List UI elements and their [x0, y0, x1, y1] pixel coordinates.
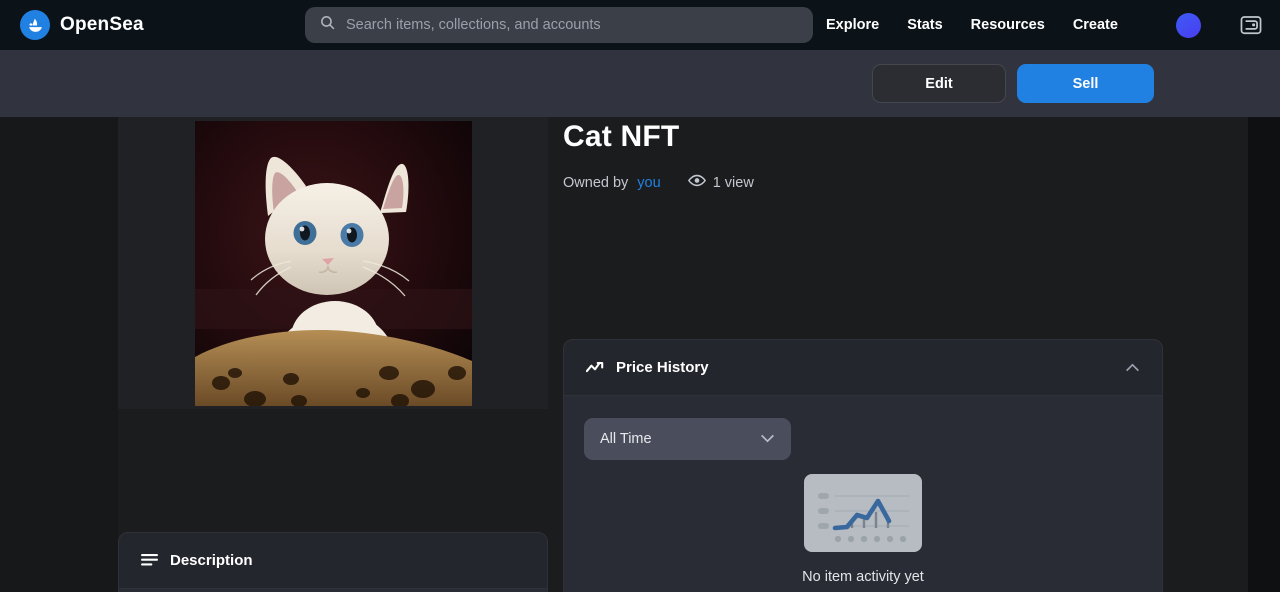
opensea-boat-icon	[20, 10, 50, 40]
search-placeholder: Search items, collections, and accounts	[346, 17, 601, 33]
owner-link[interactable]: you	[637, 175, 660, 191]
chevron-down-icon	[760, 431, 775, 447]
item-media[interactable]	[118, 117, 548, 409]
chevron-up-icon[interactable]	[1125, 359, 1140, 376]
empty-state-label: No item activity yet	[802, 569, 924, 585]
price-history-empty-state: No item activity yet	[564, 474, 1162, 585]
description-title: Description	[170, 552, 253, 569]
description-body: Created by you	[119, 588, 547, 592]
edit-button[interactable]: Edit	[872, 64, 1006, 103]
description-panel: Description Created by you	[118, 532, 548, 592]
nav-item-resources[interactable]: Resources	[971, 17, 1045, 33]
item-action-bar: Edit Sell	[0, 50, 1280, 117]
brand-logo-link[interactable]: OpenSea	[20, 10, 144, 40]
chart-placeholder-icon	[804, 474, 922, 557]
profile-avatar[interactable]	[1176, 13, 1201, 38]
trending-up-icon	[586, 361, 604, 374]
eye-icon	[688, 174, 706, 191]
opensea-item-page: OpenSea Search items, collections, and a…	[0, 0, 1280, 592]
description-panel-header[interactable]: Description	[119, 533, 547, 588]
item-content: Description Created by you About Untitle…	[0, 117, 1280, 592]
time-range-select[interactable]: All Time	[584, 418, 791, 460]
owner-line: Owned by you 1 view	[563, 174, 1163, 191]
sell-button[interactable]: Sell	[1017, 64, 1154, 103]
page-title: Cat NFT	[563, 120, 1163, 154]
price-history-body: All Time	[564, 395, 1162, 592]
nav-item-stats[interactable]: Stats	[907, 17, 942, 33]
price-history-title: Price History	[616, 359, 709, 376]
description-lines-icon	[141, 553, 158, 568]
view-count-label: 1 view	[713, 175, 754, 191]
view-count: 1 view	[688, 174, 754, 191]
right-column: Cat NFT Owned by you 1 view	[563, 117, 1163, 191]
brand-name: OpenSea	[60, 14, 144, 36]
time-range-value: All Time	[600, 431, 652, 447]
nav-item-create[interactable]: Create	[1073, 17, 1118, 33]
primary-nav: Explore Stats Resources Create	[826, 0, 1118, 50]
search-input[interactable]: Search items, collections, and accounts	[305, 7, 813, 43]
left-gutter	[0, 117, 118, 592]
top-navigation-bar: OpenSea Search items, collections, and a…	[0, 0, 1280, 50]
nav-item-explore[interactable]: Explore	[826, 17, 879, 33]
nft-image	[195, 121, 472, 406]
search-icon	[319, 14, 336, 36]
owned-by-label: Owned by	[563, 175, 628, 191]
price-history-header[interactable]: Price History	[564, 340, 1162, 395]
price-history-panel: Price History All Time	[563, 339, 1163, 592]
right-gutter	[1248, 117, 1280, 592]
wallet-icon[interactable]	[1238, 12, 1264, 38]
